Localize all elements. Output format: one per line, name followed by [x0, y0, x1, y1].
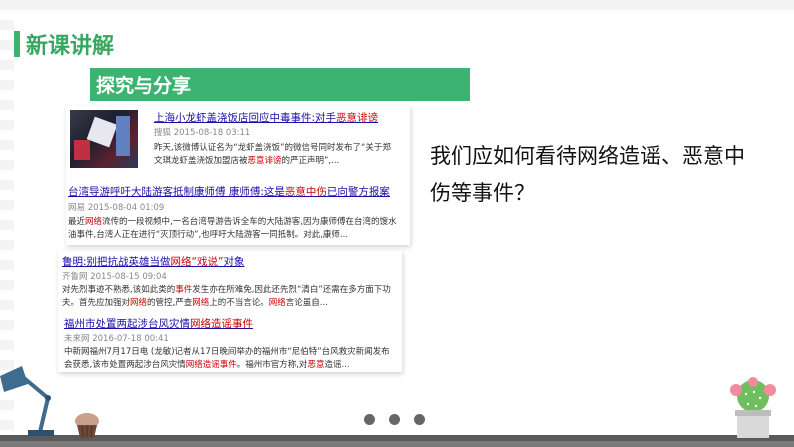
news-body-1: 昨天,该微博认证名为“龙虾盖浇饭”的微信号同时发布了“关于郑 文琪龙虾盖浇饭加盟…: [154, 143, 391, 166]
cupcake-icon: [75, 413, 99, 438]
section-title-bar: 新课讲解: [0, 28, 160, 60]
pagination-dots: [364, 414, 425, 425]
dot-3: [414, 414, 425, 425]
news-meta-2: 网易 2015-08-04 01:09: [68, 203, 165, 213]
discussion-question: 我们应如何看待网络造谣、恶意中伤等事件？: [430, 144, 745, 205]
news-meta-1: 搜狐 2015-08-18 03:11: [154, 128, 251, 138]
news-card-top: 上海小龙虾盖浇饭店回应中毒事件:对手恶意诽谤 搜狐 2015-08-18 03:…: [66, 106, 410, 245]
title-accent-bar: [14, 31, 20, 57]
floor-bar-shade: [0, 441, 794, 447]
news-title-2[interactable]: 台湾导游呼吁大陆游客抵制康师傅 康师傅:这是恶意中伤已向警方报案: [68, 184, 390, 199]
news-thumbnail-image: [70, 110, 138, 168]
news-meta-4: 未来网 2016-07-18 00:41: [64, 334, 169, 344]
dot-1: [364, 414, 375, 425]
section-title: 新课讲解: [26, 34, 115, 59]
banner-title: 探究与分享: [96, 75, 192, 97]
dot-2: [389, 414, 400, 425]
news-title-1[interactable]: 上海小龙虾盖浇饭店回应中毒事件:对手恶意诽谤: [154, 110, 378, 125]
news-title-3[interactable]: 鲁明:别把抗战英雄当做网络“戏说”对象: [62, 254, 244, 269]
news-body-2: 最近网络流传的一段视频中,一名台湾导游告诉全车的大陆游客,因为康师傅在台湾的馊水…: [68, 217, 397, 240]
news-title-4[interactable]: 福州市处置两起涉台风灾情网络造谣事件: [64, 316, 253, 331]
desk-lamp-icon: [0, 366, 54, 436]
news-body-3: 对先烈事迹不熟悉,该如此类的事件发生亦在所难免,因此还先烈“清白”还需在多方面下…: [62, 285, 391, 308]
banner: 探究与分享: [90, 68, 470, 101]
news-card-bottom: 鲁明:别把抗战英雄当做网络“戏说”对象 齐鲁网 2015-08-15 09:04…: [58, 251, 402, 372]
news-body-4: 中新网福州7月17日电 (龙敏)记者从17日晚间举办的福州市“尼伯特”台风救灾新…: [64, 347, 390, 370]
news-meta-3: 齐鲁网 2015-08-15 09:04: [62, 272, 167, 282]
cactus-plant-icon: [730, 377, 776, 438]
